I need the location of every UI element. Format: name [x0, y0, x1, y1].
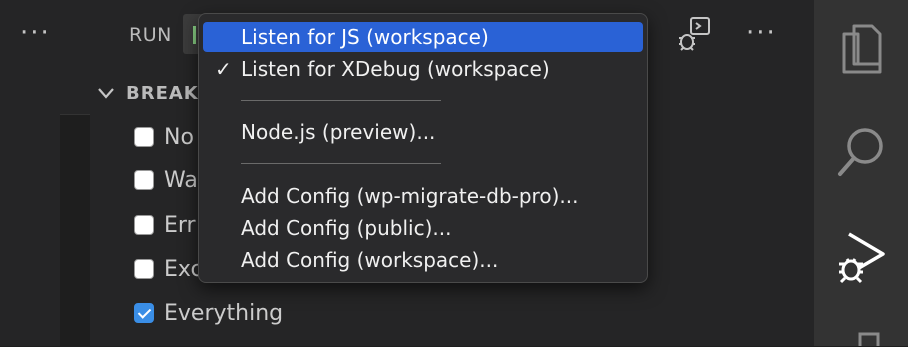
menu-item-nodejs[interactable]: Node.js (preview)... [203, 117, 643, 147]
breakpoint-row[interactable]: Exc [134, 255, 203, 283]
breakpoints-section-header[interactable]: BREAK [96, 80, 199, 106]
breakpoint-row[interactable]: Wa [134, 166, 198, 194]
search-icon[interactable] [814, 124, 908, 178]
more-actions-left-button[interactable]: ··· [20, 18, 51, 48]
menu-item-add-config-wp-migrate[interactable]: Add Config (wp-migrate-db-pro)... [203, 181, 643, 211]
menu-item-add-config-workspace[interactable]: Add Config (workspace)... [203, 245, 643, 275]
menu-separator [241, 163, 441, 164]
breakpoint-checkbox[interactable] [134, 259, 154, 279]
breakpoint-checkbox[interactable] [134, 127, 154, 147]
menu-item-listen-js[interactable]: Listen for JS (workspace) [203, 22, 643, 52]
more-actions-right-button[interactable]: ··· [746, 18, 777, 48]
menu-item-label: Listen for JS (workspace) [241, 25, 489, 49]
play-indicator-icon [193, 26, 196, 44]
menu-separator [241, 100, 441, 101]
breakpoint-checkbox[interactable] [134, 170, 154, 190]
extensions-icon[interactable] [814, 330, 908, 346]
breakpoint-checkbox[interactable] [134, 215, 154, 235]
activity-bar [814, 0, 908, 346]
debug-console-icon[interactable] [675, 16, 713, 54]
launch-config-dropdown: Listen for JS (workspace) ✓ Listen for X… [198, 13, 648, 283]
breakpoint-row[interactable]: No [134, 123, 194, 151]
breakpoint-label: Everything [164, 300, 284, 326]
chevron-down-icon [98, 88, 114, 99]
menu-item-label: Node.js (preview)... [241, 120, 436, 144]
breakpoints-title: BREAK [126, 82, 199, 104]
menu-item-listen-xdebug[interactable]: ✓ Listen for XDebug (workspace) [203, 54, 643, 84]
menu-item-label: Listen for XDebug (workspace) [241, 57, 550, 81]
menu-item-add-config-public[interactable]: Add Config (public)... [203, 213, 643, 243]
explorer-icon[interactable] [814, 22, 908, 74]
breakpoint-label: Wa [164, 167, 198, 193]
breakpoint-row[interactable]: Everything [134, 299, 283, 327]
menu-item-label: Add Config (workspace)... [241, 248, 499, 272]
checkmark-icon: ✓ [215, 57, 232, 81]
breakpoint-checkbox-checked[interactable] [134, 303, 154, 323]
panel-gutter [60, 114, 90, 347]
breakpoint-label: No [164, 124, 194, 150]
run-label: RUN [129, 24, 172, 46]
breakpoint-label: Err [164, 212, 196, 238]
menu-item-label: Add Config (wp-migrate-db-pro)... [241, 184, 579, 208]
menu-item-label: Add Config (public)... [241, 216, 452, 240]
breakpoint-row[interactable]: Err [134, 211, 196, 239]
breakpoint-label: Exc [164, 256, 203, 282]
run-debug-icon[interactable] [814, 228, 908, 286]
